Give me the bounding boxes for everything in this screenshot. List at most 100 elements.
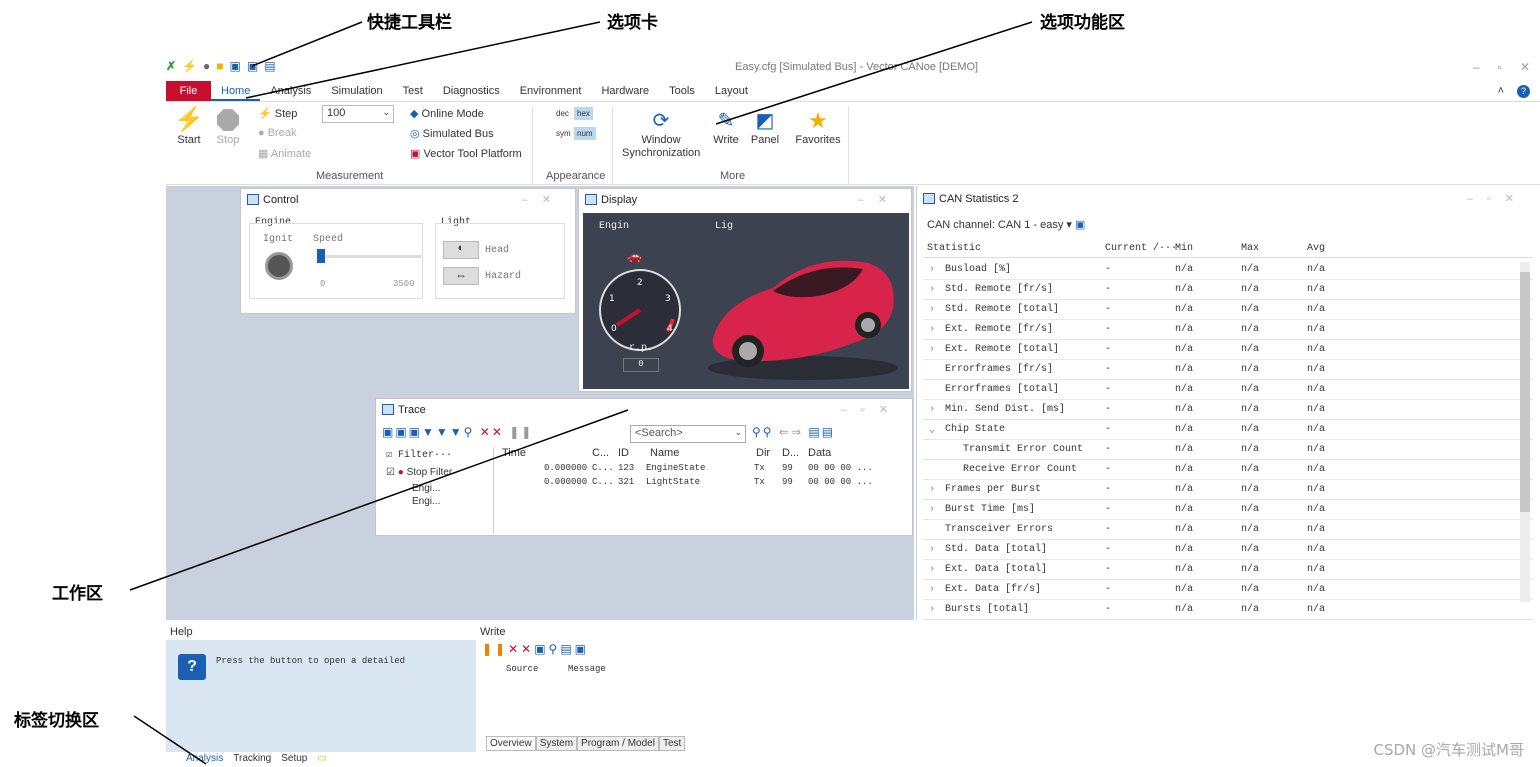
stats-row[interactable]: › Burst Time [ms] - n/a n/a n/a [923, 500, 1533, 520]
tab-layout[interactable]: Layout [705, 81, 758, 101]
vector-tool-platform-button[interactable]: ▣ Vector Tool Platform [410, 147, 522, 160]
tools-icon[interactable]: ▣⚲▤▣ [534, 642, 589, 656]
stats-scrollbar[interactable] [1520, 262, 1530, 602]
chevron-right-icon[interactable]: › [929, 544, 935, 555]
stats-row[interactable]: › Ext. Remote [total] - n/a n/a n/a [923, 340, 1533, 360]
stop-quick-icon[interactable]: ● [203, 59, 210, 73]
tab-setup-desktop[interactable]: Setup [281, 753, 307, 767]
speed-slider-handle[interactable] [317, 249, 325, 263]
close-icon[interactable]: ✕ [1520, 60, 1530, 74]
window-controls-icon[interactable]: –▫✕ [1467, 186, 1528, 212]
clear-icon[interactable]: ✕✕ [480, 425, 504, 439]
trace-row[interactable]: 0.000000 C... 321 LightState Tx 99 00 00… [536, 477, 906, 490]
chevron-right-icon[interactable]: › [929, 404, 935, 415]
col-channel[interactable]: C... [592, 447, 609, 459]
clear-icon[interactable]: ✕✕ [508, 642, 534, 656]
tab-environment[interactable]: Environment [510, 81, 592, 101]
tab-hardware[interactable]: Hardware [591, 81, 659, 101]
tab-analysis-desktop[interactable]: Analysis [166, 753, 223, 767]
stats-row[interactable]: Transceiver Errors - n/a n/a n/a [923, 520, 1533, 540]
col-dir[interactable]: Dir [756, 447, 770, 459]
stats-row[interactable]: Errorframes [fr/s] - n/a n/a n/a [923, 360, 1533, 380]
chevron-right-icon[interactable]: › [929, 584, 935, 595]
hazard-button[interactable]: ⇔ [443, 267, 479, 285]
stats-row[interactable]: › Busload [%] - n/a n/a n/a [923, 260, 1533, 280]
stats-row[interactable]: Receive Error Count - n/a n/a n/a [923, 460, 1533, 480]
col-dlc[interactable]: D... [782, 447, 799, 459]
simulated-bus-button[interactable]: ◎ Simulated Bus [410, 127, 494, 140]
config-icon[interactable]: ▤ [264, 59, 275, 73]
binoculars-icon[interactable]: ⚲⚲ [752, 425, 774, 439]
minimize-icon[interactable]: – [1473, 60, 1480, 74]
save-as-icon[interactable]: ▣ [247, 59, 258, 73]
sym-button[interactable]: sym [556, 129, 571, 138]
stats-row[interactable]: › Min. Send Dist. [ms] - n/a n/a n/a [923, 400, 1533, 420]
start-button[interactable]: ⚡ Start [174, 106, 204, 146]
col-statistic[interactable]: Statistic [927, 243, 981, 254]
arrows-icon[interactable]: ⇐⇒ [779, 425, 803, 439]
hex-button[interactable]: hex [574, 107, 593, 120]
filter-item[interactable]: Engi... [382, 495, 493, 508]
tab-program-model[interactable]: Program / Model [577, 736, 659, 751]
config-icon[interactable]: ▤▤ [808, 425, 835, 439]
animate-button[interactable]: ▦ Animate [258, 147, 311, 160]
tab-test[interactable]: Test [393, 81, 433, 101]
tab-overview[interactable]: Overview [486, 736, 536, 751]
tab-test[interactable]: Test [658, 736, 686, 751]
collapse-ribbon-icon[interactable]: ˄ [1498, 85, 1504, 97]
step-button[interactable]: ⚡ Step [258, 107, 297, 120]
ignition-knob[interactable] [265, 252, 293, 280]
window-sync-button[interactable]: ⟳ Window Synchronization [622, 108, 700, 160]
trace-row[interactable]: 0.000000 C... 123 EngineState Tx 99 00 0… [536, 463, 906, 476]
col-current[interactable]: Current /··· [1105, 243, 1177, 254]
col-avg[interactable]: Avg [1307, 243, 1325, 254]
can-channel-select[interactable]: CAN channel: CAN 1 - easy ▾ ▣ [927, 218, 1085, 231]
tab-file[interactable]: File [166, 81, 211, 101]
stats-row[interactable]: › Frames per Burst - n/a n/a n/a [923, 480, 1533, 500]
restore-icon[interactable]: ▫ [1498, 60, 1502, 74]
trace-search-input[interactable]: <Search> ⌄ [630, 425, 746, 443]
stats-row[interactable]: › Std. Remote [fr/s] - n/a n/a n/a [923, 280, 1533, 300]
dec-button[interactable]: dec [556, 109, 569, 118]
online-mode-button[interactable]: ◆ Online Mode [410, 107, 484, 120]
folder-icon[interactable]: ▣ [1075, 219, 1085, 231]
tab-diagnostics[interactable]: Diagnostics [433, 81, 510, 101]
help-question-icon[interactable]: ? [178, 654, 206, 680]
scrollbar-thumb[interactable] [1520, 272, 1530, 512]
col-source[interactable]: Source [506, 664, 538, 674]
stats-row[interactable]: › Ext. Remote [fr/s] - n/a n/a n/a [923, 320, 1533, 340]
favorites-button[interactable]: ★ Favorites [794, 108, 842, 146]
tab-simulation[interactable]: Simulation [321, 81, 392, 101]
chevron-right-icon[interactable]: › [929, 304, 935, 315]
col-data[interactable]: Data [808, 447, 831, 459]
tab-system[interactable]: System [535, 736, 578, 751]
chevron-right-icon[interactable]: › [929, 564, 935, 575]
start-quick-icon[interactable]: ⚡ [182, 59, 197, 73]
head-light-button[interactable]: ◐ [443, 241, 479, 259]
pause-icon[interactable]: ❚❚ [509, 425, 533, 439]
stats-row[interactable]: › Ext. Data [total] - n/a n/a n/a [923, 560, 1533, 580]
stats-row[interactable]: › Std. Remote [total] - n/a n/a n/a [923, 300, 1533, 320]
chevron-right-icon[interactable]: › [929, 324, 935, 335]
toolbar-icons-icon[interactable]: ▣▣▣▼▼▼⚲ [382, 425, 474, 439]
stats-row[interactable]: › Ext. Data [fr/s] - n/a n/a n/a [923, 580, 1533, 600]
col-id[interactable]: ID [618, 447, 629, 459]
filter-item[interactable]: Engi... [382, 482, 493, 495]
pause-icon[interactable]: ❚❚ [482, 642, 508, 656]
col-max[interactable]: Max [1241, 243, 1259, 254]
save-icon[interactable]: ▣ [230, 59, 241, 73]
window-controls-icon[interactable]: –✕ [858, 189, 901, 211]
chevron-right-icon[interactable]: › [929, 264, 935, 275]
stop-button[interactable]: Stop [212, 106, 244, 146]
stats-row[interactable]: › Bursts [total] - n/a n/a n/a [923, 600, 1533, 620]
col-name[interactable]: Name [650, 447, 679, 459]
panel-button[interactable]: ◩ Panel [750, 108, 780, 146]
chevron-down-icon[interactable]: ⌄ [929, 424, 935, 436]
help-icon[interactable]: ? [1517, 84, 1530, 98]
stats-row[interactable]: ⌄ Chip State - n/a n/a n/a [923, 420, 1533, 440]
chevron-right-icon[interactable]: › [929, 484, 935, 495]
new-desktop-icon[interactable]: ▭ [317, 753, 326, 767]
col-time[interactable]: Time [502, 447, 526, 459]
tab-home[interactable]: Home [211, 81, 261, 101]
write-button[interactable]: ✎ Write [712, 108, 740, 146]
